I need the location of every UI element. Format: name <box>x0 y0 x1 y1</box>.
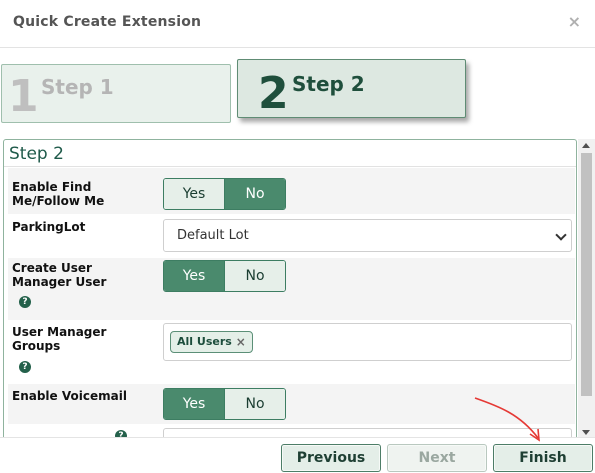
group-tag-label: All Users <box>177 335 232 348</box>
dialog-header: Quick Create Extension × <box>0 0 595 48</box>
panel-title: Step 2 <box>9 144 64 164</box>
scroll-down-icon[interactable] <box>582 430 590 435</box>
step-1-label: Step 1 <box>41 75 114 99</box>
panel-title-bar <box>4 140 576 167</box>
help-icon[interactable]: ? <box>19 296 31 308</box>
step-2-number: 2 <box>258 68 289 119</box>
finish-button[interactable]: Finish <box>493 444 593 472</box>
find-me-label: Enable Find Me/Follow Me <box>12 180 105 208</box>
chevron-down-icon <box>555 229 567 241</box>
scroll-up-icon[interactable] <box>582 143 590 148</box>
voicemail-toggle: Yes No <box>163 388 286 420</box>
step-1-number: 1 <box>8 71 39 122</box>
help-icon[interactable]: ? <box>19 361 31 373</box>
um-groups-input[interactable]: All Users × <box>163 323 572 361</box>
create-um-user-toggle: Yes No <box>163 260 286 292</box>
vertical-scrollbar[interactable] <box>578 139 595 439</box>
voicemail-yes-option[interactable]: Yes <box>164 389 224 419</box>
step-panel: Step 2 Enable Find Me/Follow Me Yes No P… <box>3 139 577 439</box>
close-icon[interactable]: × <box>568 12 581 31</box>
find-me-toggle: Yes No <box>163 178 286 210</box>
group-tag: All Users × <box>170 331 253 353</box>
um-groups-label: User Manager Groups <box>12 325 107 353</box>
create-um-user-label: Create User Manager User <box>12 261 107 289</box>
find-me-yes-option[interactable]: Yes <box>164 179 224 209</box>
parking-lot-row: ParkingLot Default Lot <box>8 214 575 258</box>
parking-lot-value: Default Lot <box>177 228 249 243</box>
step-1-tab[interactable]: 1 Step 1 <box>1 64 231 123</box>
step-2-tab[interactable]: 2 Step 2 <box>237 59 466 119</box>
previous-button[interactable]: Previous <box>281 444 381 472</box>
create-um-user-row: Create User Manager User ? Yes No <box>8 258 575 320</box>
remove-tag-icon[interactable]: × <box>236 332 246 352</box>
voicemail-label: Enable Voicemail <box>12 389 127 403</box>
step-2-label: Step 2 <box>292 72 365 96</box>
find-me-no-option[interactable]: No <box>224 179 285 209</box>
create-um-user-yes-option[interactable]: Yes <box>164 261 224 291</box>
dialog-footer: Previous Next Finish <box>0 437 595 473</box>
create-um-user-no-option[interactable]: No <box>224 261 285 291</box>
parking-lot-select[interactable]: Default Lot <box>163 219 572 252</box>
parking-lot-label: ParkingLot <box>12 220 86 234</box>
find-me-row: Enable Find Me/Follow Me Yes No <box>8 168 575 214</box>
um-groups-row: User Manager Groups ? All Users × <box>8 320 575 384</box>
dialog-title: Quick Create Extension <box>13 14 202 30</box>
voicemail-no-option[interactable]: No <box>224 389 285 419</box>
next-button[interactable]: Next <box>387 444 487 472</box>
voicemail-row: Enable Voicemail Yes No <box>8 384 575 424</box>
scrollbar-thumb[interactable] <box>581 153 592 396</box>
